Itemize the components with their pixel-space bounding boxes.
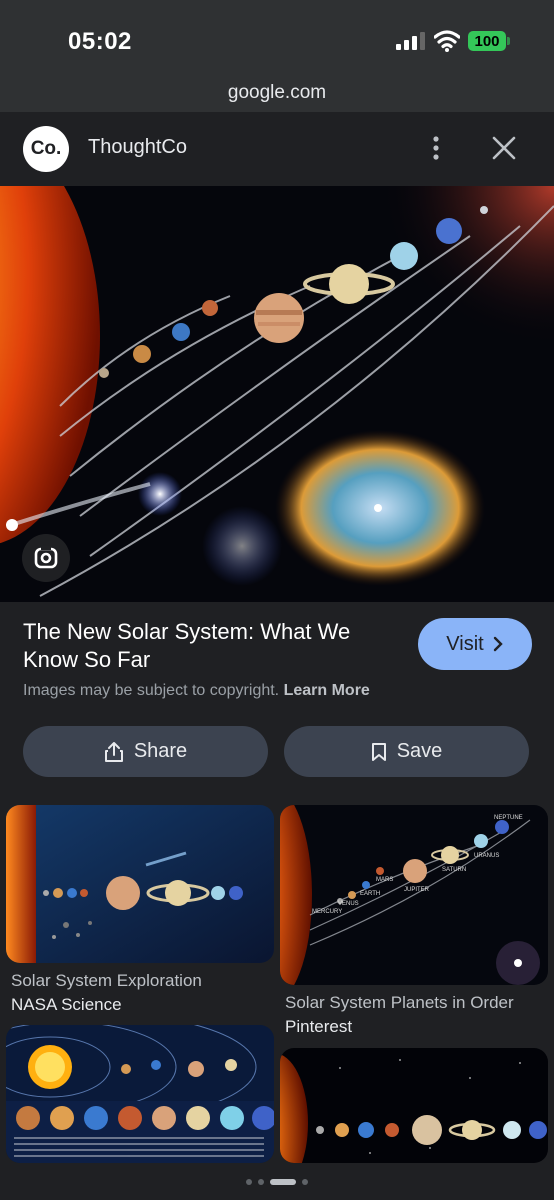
page-indicator [0, 1176, 554, 1188]
battery-tip [507, 37, 510, 45]
related-1-title[interactable]: Solar System Exploration [11, 971, 202, 991]
share-label: Share [133, 740, 188, 762]
url-bar[interactable]: google.com [0, 82, 554, 104]
related-image-4[interactable] [280, 1048, 548, 1163]
thumb2-label-mercury: MERCURY [312, 909, 342, 915]
solar-system-thumbnail-4 [280, 1048, 548, 1163]
learn-more-link[interactable]: Learn More [284, 682, 370, 699]
wifi-icon [434, 30, 460, 52]
thumb2-label-earth: EARTH [360, 891, 380, 897]
image-viewer-sheet: Co. ThoughtCo The New Solar System: What… [0, 112, 554, 1200]
related-image-2[interactable]: MERCURY VENUS EARTH MARS JUPITER SATURN … [280, 805, 548, 985]
source-header: Co. ThoughtCo [0, 112, 554, 186]
related-1-source[interactable]: NASA Science [11, 995, 122, 1015]
page-dot[interactable] [258, 1179, 264, 1185]
copyright-notice: Images may be subject to copyright. Lear… [23, 682, 370, 700]
share-button[interactable]: Share [23, 726, 268, 777]
visit-button[interactable]: Visit [418, 618, 532, 670]
status-bar: 05:02 100 google.com [0, 0, 554, 112]
result-title[interactable]: The New Solar System: What We Know So Fa… [23, 618, 403, 674]
bookmark-icon [371, 742, 386, 761]
signal-icon [396, 32, 425, 50]
close-icon[interactable] [490, 134, 518, 162]
clock: 05:02 [68, 28, 132, 55]
thumb2-label-venus: VENUS [338, 901, 359, 907]
page-dot[interactable] [302, 1179, 308, 1185]
related-2-source[interactable]: Pinterest [285, 1017, 352, 1037]
solar-system-thumbnail-1 [6, 805, 274, 963]
related-image-3[interactable] [6, 1025, 274, 1163]
share-icon [104, 741, 123, 762]
solar-system-illustration [0, 186, 554, 602]
related-image-1[interactable] [6, 805, 274, 963]
copyright-text: Images may be subject to copyright. [23, 682, 280, 699]
source-name[interactable]: ThoughtCo [88, 136, 187, 159]
solar-system-thumbnail-3 [6, 1025, 274, 1163]
page-dot[interactable] [246, 1179, 252, 1185]
thumb2-label-mars: MARS [376, 877, 393, 883]
source-logo[interactable]: Co. [23, 126, 69, 172]
page-dot-active[interactable] [270, 1179, 296, 1185]
lens-icon[interactable] [22, 534, 70, 582]
battery-indicator: 100 [468, 31, 506, 51]
save-label: Save [396, 740, 443, 762]
solar-system-thumbnail-2: MERCURY VENUS EARTH MARS JUPITER SATURN … [280, 805, 548, 985]
thumb2-label-neptune: NEPTUNE [494, 815, 523, 821]
more-vert-icon[interactable] [424, 134, 448, 162]
related-2-title[interactable]: Solar System Planets in Order [285, 993, 514, 1013]
save-button[interactable]: Save [284, 726, 529, 777]
chevron-right-icon [493, 636, 503, 652]
main-image[interactable] [0, 186, 554, 602]
thumb2-label-uranus: URANUS [474, 853, 499, 859]
thumb2-label-saturn: SATURN [442, 867, 466, 873]
thumb2-label-jupiter: JUPITER [404, 887, 430, 893]
visit-label: Visit [446, 632, 484, 655]
